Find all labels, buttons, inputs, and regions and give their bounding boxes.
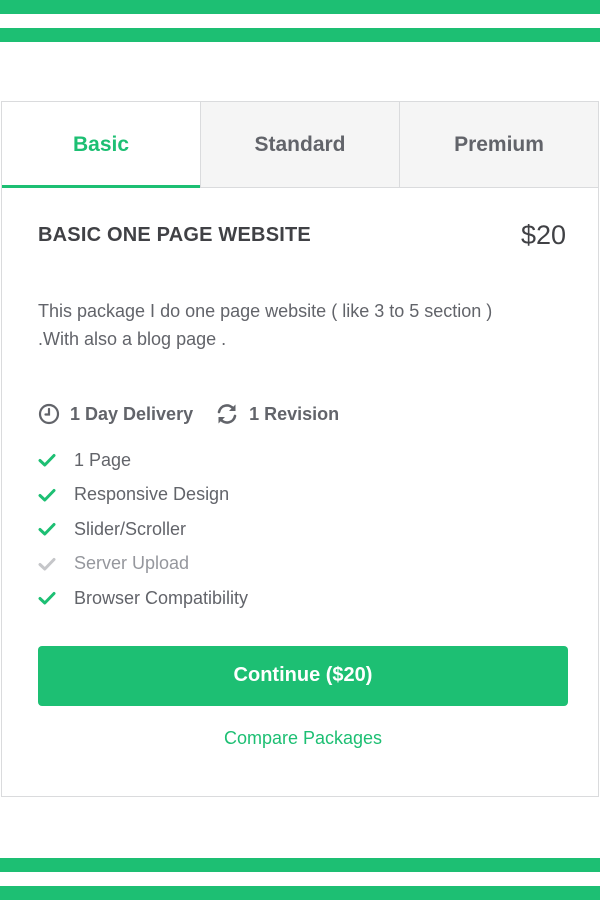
check-icon <box>38 592 56 605</box>
delivery-label: 1 Day Delivery <box>70 403 194 424</box>
feature-item: Responsive Design <box>38 478 566 513</box>
feature-item: Browser Compatibility <box>38 581 566 616</box>
feature-label: Responsive Design <box>74 484 230 505</box>
package-description: This package I do one page website ( lik… <box>38 301 493 349</box>
feature-item-disabled: Server Upload <box>38 547 566 582</box>
tab-basic[interactable]: Basic <box>2 102 200 188</box>
package-card: Basic Standard Premium BASIC ONE PAGE WE… <box>1 101 599 797</box>
check-icon <box>38 523 56 536</box>
top-stripe-2 <box>0 28 600 42</box>
feature-list: 1 Page Responsive Design Slider/Scroller… <box>38 443 566 616</box>
check-icon <box>38 488 56 502</box>
continue-button[interactable]: Continue ($20) <box>38 645 568 706</box>
feature-label: Server Upload <box>74 553 190 574</box>
feature-label: Slider/Scroller <box>74 518 187 539</box>
bottom-stripe-2 <box>0 886 600 900</box>
package-content: BASIC ONE PAGE WEBSITE $20 This package … <box>2 218 598 749</box>
package-meta: 1 Day Delivery 1 Revision <box>38 403 566 425</box>
revision-info: 1 Revision <box>215 403 339 425</box>
package-title: BASIC ONE PAGE WEBSITE <box>38 223 311 246</box>
top-stripe-1 <box>0 0 600 14</box>
tab-premium[interactable]: Premium <box>399 102 598 187</box>
bottom-stripe-1 <box>0 858 600 872</box>
clock-icon <box>38 403 60 425</box>
package-header: BASIC ONE PAGE WEBSITE $20 <box>38 218 566 252</box>
check-icon <box>38 454 56 467</box>
feature-item: Slider/Scroller <box>38 512 566 547</box>
compare-packages-link[interactable]: Compare Packages <box>38 728 568 749</box>
revision-label: 1 Revision <box>249 403 340 424</box>
package-price: $20 <box>520 219 566 250</box>
package-tabs: Basic Standard Premium <box>2 102 598 188</box>
delivery-info: 1 Day Delivery <box>38 403 193 425</box>
feature-item: 1 Page <box>38 443 566 478</box>
refresh-icon <box>217 404 237 424</box>
tab-standard[interactable]: Standard <box>200 102 399 187</box>
check-icon-disabled <box>38 557 56 571</box>
feature-label: Browser Compatibility <box>74 587 249 608</box>
feature-label: 1 Page <box>74 449 132 470</box>
